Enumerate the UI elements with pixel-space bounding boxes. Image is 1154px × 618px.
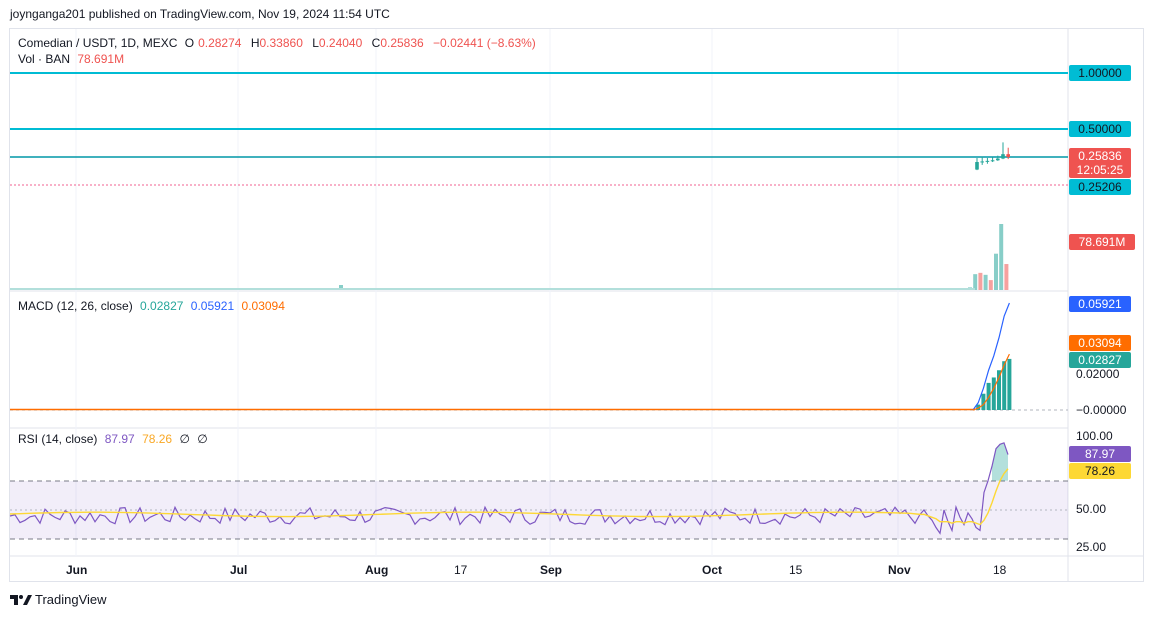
candle-body bbox=[990, 160, 995, 162]
candle-body bbox=[996, 158, 1000, 161]
signal-tag: 0.03094 bbox=[1069, 335, 1131, 351]
macd-axis-tick-1: 0.02000 bbox=[1076, 367, 1120, 381]
symbol-label[interactable]: Comedian / USDT, 1D, MEXC bbox=[18, 36, 177, 50]
macd-hist-value: 0.02827 bbox=[140, 299, 184, 313]
level-tag-2: 0.50000 bbox=[1069, 121, 1131, 137]
low-label: L bbox=[312, 36, 319, 50]
low-value: 0.24040 bbox=[318, 36, 363, 50]
volume-bar bbox=[1004, 264, 1009, 290]
candle-body bbox=[985, 160, 990, 162]
close-value: 0.25836 bbox=[380, 36, 424, 50]
macd-legend: MACD (12, 26, close) 0.02827 0.05921 0.0… bbox=[18, 299, 289, 313]
last-price-value: 0.25836 bbox=[1078, 149, 1122, 163]
macd-axis-tick-2: −0.00000 bbox=[1076, 403, 1127, 417]
rsi-value: 87.97 bbox=[104, 432, 135, 446]
macd-histogram-bar bbox=[991, 377, 996, 410]
close-label: C bbox=[371, 36, 381, 50]
time-label-sep: Sep bbox=[540, 563, 563, 577]
time-label-17: 17 bbox=[454, 563, 468, 577]
candle-body bbox=[1006, 154, 1010, 157]
volume-bar bbox=[988, 280, 993, 290]
rsi-ma-tag: 78.26 bbox=[1069, 463, 1131, 479]
macd-label[interactable]: MACD (12, 26, close) bbox=[18, 299, 133, 313]
volume-bar bbox=[994, 253, 998, 290]
level-tag-3: 0.25206 bbox=[1069, 179, 1131, 195]
rsi-axis-tick-50: 50.00 bbox=[1076, 502, 1107, 516]
rsi-axis-tick-100: 100.00 bbox=[1076, 429, 1113, 443]
high-value: 0.33860 bbox=[259, 36, 303, 50]
volume-group bbox=[339, 224, 1009, 290]
time-label-15: 15 bbox=[789, 563, 803, 577]
macd-signal-value: 0.03094 bbox=[241, 299, 285, 313]
candle-body bbox=[980, 161, 984, 163]
change-value: −0.02441 (−8.63%) bbox=[433, 36, 536, 50]
volume-legend: Vol · BAN 78.691M bbox=[18, 52, 128, 66]
volume-bar bbox=[973, 274, 978, 290]
candle-body bbox=[975, 162, 979, 170]
macd-histogram-bar bbox=[1007, 358, 1012, 410]
volume-value: 78.691M bbox=[77, 52, 125, 66]
volume-label[interactable]: Vol · BAN bbox=[18, 52, 70, 66]
time-label-nov: Nov bbox=[888, 563, 911, 577]
macd-value: 0.05921 bbox=[190, 299, 235, 313]
time-label-jun: Jun bbox=[66, 563, 88, 577]
tradingview-logo-icon bbox=[10, 594, 32, 605]
time-label-oct: Oct bbox=[702, 563, 723, 577]
candles-group bbox=[975, 142, 1010, 171]
rsi-ma-value: 78.26 bbox=[142, 432, 173, 446]
rsi-extra-1: ∅ bbox=[179, 432, 190, 446]
time-label-aug: Aug bbox=[365, 563, 389, 577]
volume-bar bbox=[978, 272, 983, 290]
rsi-tag: 87.97 bbox=[1069, 446, 1131, 462]
vertical-grid bbox=[75, 29, 899, 556]
macd-histogram bbox=[976, 358, 1012, 410]
time-label-18: 18 bbox=[993, 563, 1007, 577]
histogram-tag: 0.02827 bbox=[1069, 352, 1131, 368]
footer-brand[interactable]: TradingView bbox=[10, 592, 107, 607]
rsi-extra-2: ∅ bbox=[197, 432, 208, 446]
candle-countdown: 12:05:25 bbox=[1076, 163, 1124, 177]
macd-tag: 0.05921 bbox=[1069, 296, 1131, 312]
volume-bar bbox=[983, 274, 988, 290]
rsi-axis-tick-25: 25.00 bbox=[1076, 540, 1107, 554]
volume-tag: 78.691M bbox=[1069, 234, 1135, 250]
rsi-legend: RSI (14, close) 87.97 78.26 ∅ ∅ bbox=[18, 432, 212, 446]
rsi-band-fill bbox=[10, 481, 1068, 539]
main-legend: Comedian / USDT, 1D, MEXC O 0.28274 H0.33… bbox=[18, 36, 540, 50]
last-price-tag: 0.25836 12:05:25 bbox=[1069, 148, 1131, 178]
rsi-label[interactable]: RSI (14, close) bbox=[18, 432, 97, 446]
candle-body bbox=[1001, 154, 1005, 159]
volume-bar bbox=[999, 224, 1004, 290]
open-label: O bbox=[184, 36, 195, 50]
open-value: 0.28274 bbox=[198, 36, 242, 50]
footer-brand-label: TradingView bbox=[35, 592, 107, 607]
level-tag-1: 1.00000 bbox=[1069, 65, 1131, 81]
time-label-jul: Jul bbox=[230, 563, 248, 577]
